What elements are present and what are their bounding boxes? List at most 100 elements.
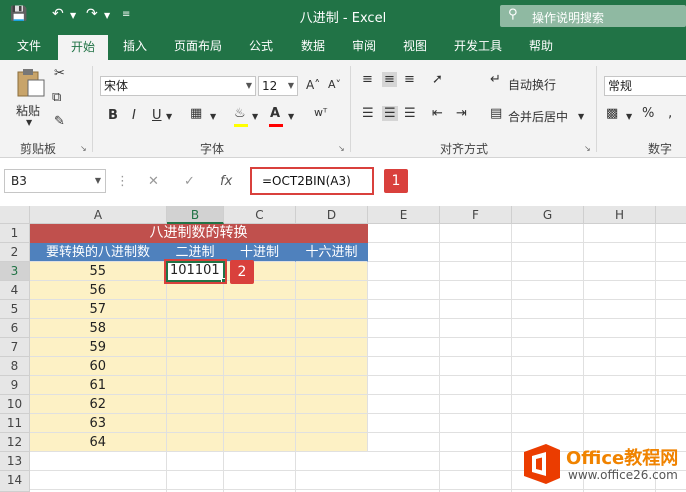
- data-cell[interactable]: [296, 300, 368, 319]
- font-name-combo[interactable]: 宋体 ▼: [100, 76, 256, 96]
- tab-help[interactable]: 帮助: [520, 32, 562, 60]
- row-header-9[interactable]: 9: [0, 376, 30, 395]
- tell-me-search[interactable]: ⚲ 操作说明搜索: [500, 5, 686, 27]
- row-header-2[interactable]: 2: [0, 243, 30, 262]
- octal-value-cell[interactable]: 58: [30, 319, 167, 338]
- octal-value-cell[interactable]: 55: [30, 262, 167, 281]
- data-cell[interactable]: [167, 414, 224, 433]
- paste-button[interactable]: [14, 68, 46, 98]
- octal-value-cell[interactable]: 56: [30, 281, 167, 300]
- paste-label[interactable]: 粘贴: [16, 102, 40, 119]
- data-cell[interactable]: [296, 319, 368, 338]
- formula-input[interactable]: =OCT2BIN(A3): [250, 167, 374, 195]
- data-cell[interactable]: [296, 414, 368, 433]
- row-header-5[interactable]: 5: [0, 300, 30, 319]
- merge-center-button[interactable]: 合并后居中: [508, 108, 568, 125]
- align-middle-icon[interactable]: ≡: [382, 72, 397, 87]
- header-cell-hex[interactable]: 十六进制: [296, 243, 368, 262]
- column-header-f[interactable]: F: [440, 206, 512, 224]
- row-header-8[interactable]: 8: [0, 357, 30, 376]
- data-cell[interactable]: [224, 414, 296, 433]
- data-cell[interactable]: [296, 376, 368, 395]
- enter-icon[interactable]: ✓: [184, 174, 195, 189]
- column-header-d[interactable]: D: [296, 206, 368, 224]
- column-header-c[interactable]: C: [224, 206, 296, 224]
- octal-value-cell[interactable]: 63: [30, 414, 167, 433]
- font-color-dropdown-icon[interactable]: ▼: [288, 112, 294, 121]
- wrap-text-button[interactable]: 自动换行: [508, 76, 556, 93]
- data-cell[interactable]: [296, 281, 368, 300]
- data-cell[interactable]: [296, 262, 368, 281]
- column-header-b[interactable]: B: [167, 206, 224, 224]
- orientation-icon[interactable]: ➚: [432, 72, 443, 87]
- data-cell[interactable]: [224, 338, 296, 357]
- accounting-format-icon[interactable]: ▩: [606, 106, 618, 121]
- tab-page-layout[interactable]: 页面布局: [166, 32, 230, 60]
- column-header-h[interactable]: H: [584, 206, 656, 224]
- italic-button[interactable]: I: [132, 108, 136, 123]
- column-header-a[interactable]: A: [30, 206, 167, 224]
- select-all-corner[interactable]: [0, 206, 30, 224]
- wrap-text-icon[interactable]: ↵: [490, 72, 501, 87]
- align-top-icon[interactable]: ≡: [362, 72, 373, 87]
- alignment-launcher-icon[interactable]: ↘: [584, 144, 591, 153]
- row-header-10[interactable]: 10: [0, 395, 30, 414]
- octal-value-cell[interactable]: 61: [30, 376, 167, 395]
- paste-dropdown-icon[interactable]: ▼: [26, 118, 32, 127]
- data-cell[interactable]: [296, 433, 368, 452]
- tab-developer[interactable]: 开发工具: [446, 32, 510, 60]
- increase-font-icon[interactable]: A˄: [306, 78, 320, 92]
- data-cell[interactable]: [224, 376, 296, 395]
- data-cell[interactable]: [167, 433, 224, 452]
- decrease-indent-icon[interactable]: ⇤: [432, 106, 443, 121]
- row-header-4[interactable]: 4: [0, 281, 30, 300]
- cut-icon[interactable]: ✂: [54, 66, 65, 81]
- row-header-1[interactable]: 1: [0, 224, 30, 243]
- fill-color-icon[interactable]: ♨: [234, 106, 246, 121]
- fill-dropdown-icon[interactable]: ▼: [252, 112, 258, 121]
- data-cell[interactable]: [224, 433, 296, 452]
- header-cell-octal[interactable]: 要转换的八进制数: [30, 243, 167, 262]
- align-center-icon[interactable]: ☰: [382, 106, 398, 121]
- merge-dropdown-icon[interactable]: ▼: [578, 112, 584, 121]
- tab-view[interactable]: 视图: [394, 32, 436, 60]
- data-cell[interactable]: [167, 395, 224, 414]
- data-cell[interactable]: [224, 319, 296, 338]
- data-cell[interactable]: [167, 319, 224, 338]
- tab-review[interactable]: 审阅: [343, 32, 385, 60]
- font-launcher-icon[interactable]: ↘: [338, 144, 345, 153]
- merge-center-icon[interactable]: ▤: [490, 106, 502, 121]
- empty-rows-area[interactable]: [30, 452, 368, 492]
- row-header-7[interactable]: 7: [0, 338, 30, 357]
- row-header-14[interactable]: 14: [0, 471, 30, 492]
- row-header-12[interactable]: 12: [0, 433, 30, 452]
- sheet-title-cell[interactable]: 八进制数的转换: [30, 224, 368, 243]
- data-cell[interactable]: [167, 300, 224, 319]
- row-header-3[interactable]: 3: [0, 262, 30, 281]
- data-cell[interactable]: [296, 357, 368, 376]
- clipboard-launcher-icon[interactable]: ↘: [80, 144, 87, 153]
- name-box[interactable]: B3 ▼: [4, 169, 106, 193]
- number-format-combo[interactable]: 常规: [604, 76, 686, 96]
- font-color-icon[interactable]: A: [270, 106, 280, 121]
- increase-indent-icon[interactable]: ⇥: [456, 106, 467, 121]
- column-header-e[interactable]: E: [368, 206, 440, 224]
- percent-button[interactable]: %: [642, 106, 654, 121]
- octal-value-cell[interactable]: 57: [30, 300, 167, 319]
- accounting-dropdown-icon[interactable]: ▼: [626, 112, 632, 121]
- align-bottom-icon[interactable]: ≡: [404, 72, 415, 87]
- bold-button[interactable]: B: [108, 108, 118, 123]
- octal-value-cell[interactable]: 62: [30, 395, 167, 414]
- octal-value-cell[interactable]: 60: [30, 357, 167, 376]
- tab-data[interactable]: 数据: [292, 32, 334, 60]
- borders-icon[interactable]: ▦: [190, 106, 202, 121]
- copy-icon[interactable]: ⧉: [52, 90, 61, 105]
- octal-value-cell[interactable]: 64: [30, 433, 167, 452]
- tab-file[interactable]: 文件: [8, 32, 50, 60]
- data-cell[interactable]: [167, 357, 224, 376]
- octal-value-cell[interactable]: 59: [30, 338, 167, 357]
- column-header-g[interactable]: G: [512, 206, 584, 224]
- font-size-combo[interactable]: 12 ▼: [258, 76, 298, 96]
- data-cell[interactable]: [167, 338, 224, 357]
- phonetic-icon[interactable]: wᵀ: [314, 106, 327, 119]
